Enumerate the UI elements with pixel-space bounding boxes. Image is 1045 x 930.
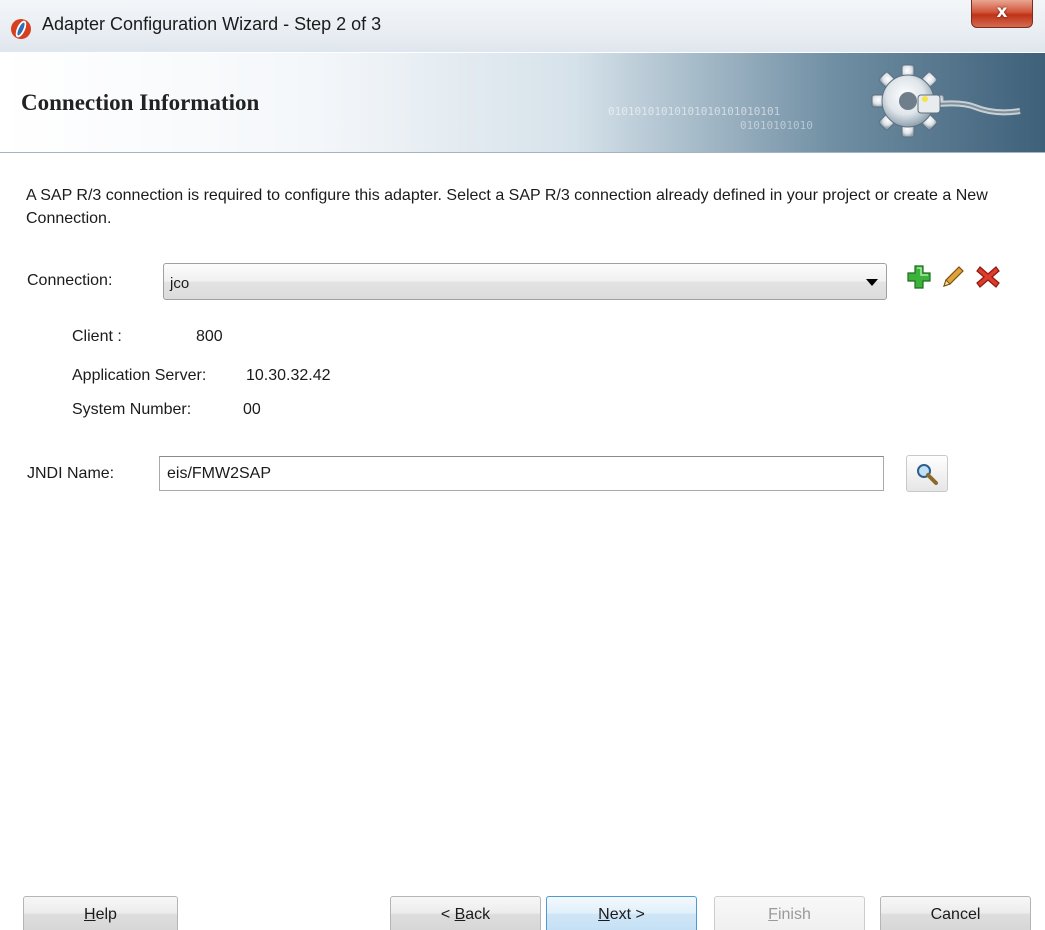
connection-dropdown[interactable]: jco [163, 263, 887, 300]
description-text: A SAP R/3 connection is required to conf… [26, 187, 988, 227]
system-number-value: 00 [243, 401, 261, 418]
banner-binary-text: 01010101010101010101010101 [608, 105, 781, 118]
back-label-pre: < [440, 906, 455, 923]
jndi-browse-button[interactable] [906, 455, 948, 492]
connection-label: Connection: [27, 272, 113, 289]
connection-selected-value: jco [170, 275, 190, 292]
finish-button[interactable]: Finish [714, 896, 865, 930]
help-label-post: elp [95, 906, 117, 923]
client-value: 800 [196, 328, 223, 345]
wizard-window: Adapter Configuration Wizard - Step 2 of… [0, 0, 1045, 930]
page-title: Connection Information [21, 90, 260, 115]
help-label-mnemonic: H [84, 906, 96, 923]
next-label-post: ext > [609, 906, 645, 923]
delete-icon[interactable] [975, 264, 1001, 290]
oracle-app-icon [11, 19, 31, 39]
title-bar: Adapter Configuration Wizard - Step 2 of… [0, 0, 1045, 52]
header-banner: Connection Information 01010101010101010… [0, 53, 1045, 153]
banner-binary-text-2: 01010101010 [740, 119, 813, 132]
system-number-label: System Number: [72, 401, 192, 418]
application-server-label: Application Server: [72, 367, 207, 384]
help-button[interactable]: Help [23, 896, 178, 930]
close-icon: x [996, 2, 1008, 22]
back-label-mnemonic: B [454, 906, 466, 923]
search-icon [917, 464, 938, 485]
cancel-button[interactable]: Cancel [880, 896, 1031, 930]
next-label-mnemonic: N [598, 906, 610, 923]
chevron-down-icon [866, 279, 878, 286]
gear-plug-icon [871, 64, 1021, 138]
add-icon[interactable] [906, 264, 932, 290]
finish-label-post: inish [777, 906, 811, 923]
pencil-icon[interactable] [940, 264, 966, 290]
jndi-name-input[interactable] [159, 456, 884, 491]
cancel-label-post: Cancel [930, 906, 981, 923]
back-label-post: ack [465, 906, 491, 923]
window-title: Adapter Configuration Wizard - Step 2 of… [42, 14, 382, 34]
close-button[interactable]: x [971, 0, 1033, 28]
next-button[interactable]: Next > [546, 896, 697, 930]
back-button[interactable]: < Back [390, 896, 541, 930]
application-server-value: 10.30.32.42 [246, 367, 331, 384]
jndi-name-label: JNDI Name: [27, 465, 115, 482]
client-label: Client : [72, 328, 122, 345]
finish-label-mnemonic: F [768, 906, 778, 923]
